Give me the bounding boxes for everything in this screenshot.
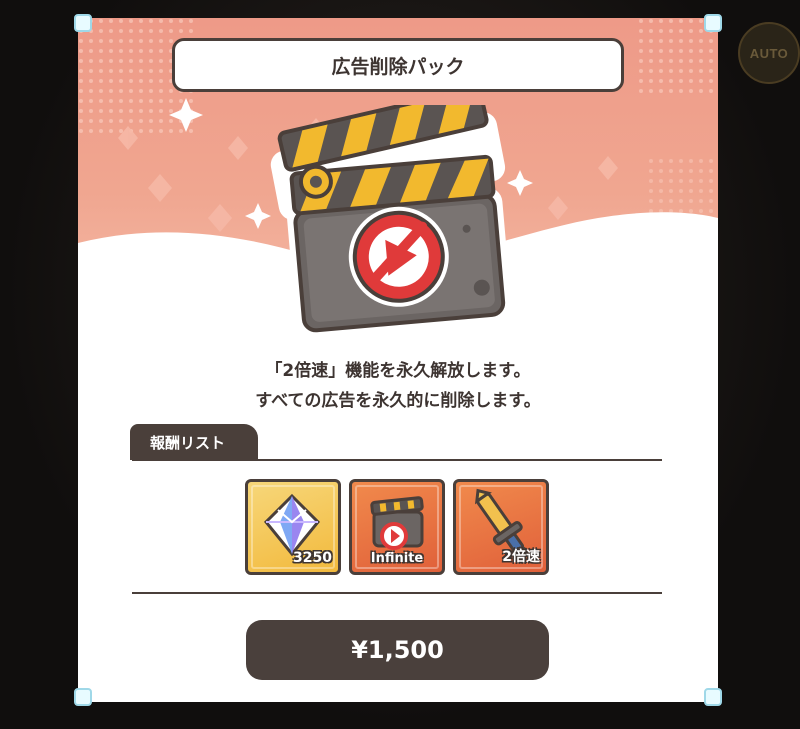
reward-clapperboard-count: Infinite [370, 551, 424, 566]
divider-bottom [132, 592, 662, 594]
description-line-2: すべての広告を永久的に削除します。 [255, 391, 541, 411]
divider-top [132, 459, 662, 461]
reward-speed-label: 2倍速 [502, 549, 540, 565]
purchase-button[interactable]: ¥1,500 [246, 620, 549, 680]
reward-crystal-count: 3250 [293, 550, 332, 566]
reward-item-crystal[interactable]: 3250 [245, 479, 341, 575]
reward-item-speed[interactable]: 2倍速 [453, 479, 549, 575]
dialog-title: 広告削除パック [172, 38, 624, 92]
corner-ornament-top-right [704, 14, 722, 32]
corner-ornament-bottom-right [704, 688, 722, 706]
auto-button[interactable]: AUTO [738, 22, 800, 84]
description-line-1: 「2倍速」機能を永久解放します。 [265, 361, 531, 381]
clapperboard-icon [270, 105, 512, 338]
reward-list-tab: 報酬リスト [130, 424, 258, 460]
corner-ornament-top-left [74, 14, 92, 32]
corner-ornament-bottom-left [74, 688, 92, 706]
reward-item-clapperboard[interactable]: Infinite [349, 479, 445, 575]
